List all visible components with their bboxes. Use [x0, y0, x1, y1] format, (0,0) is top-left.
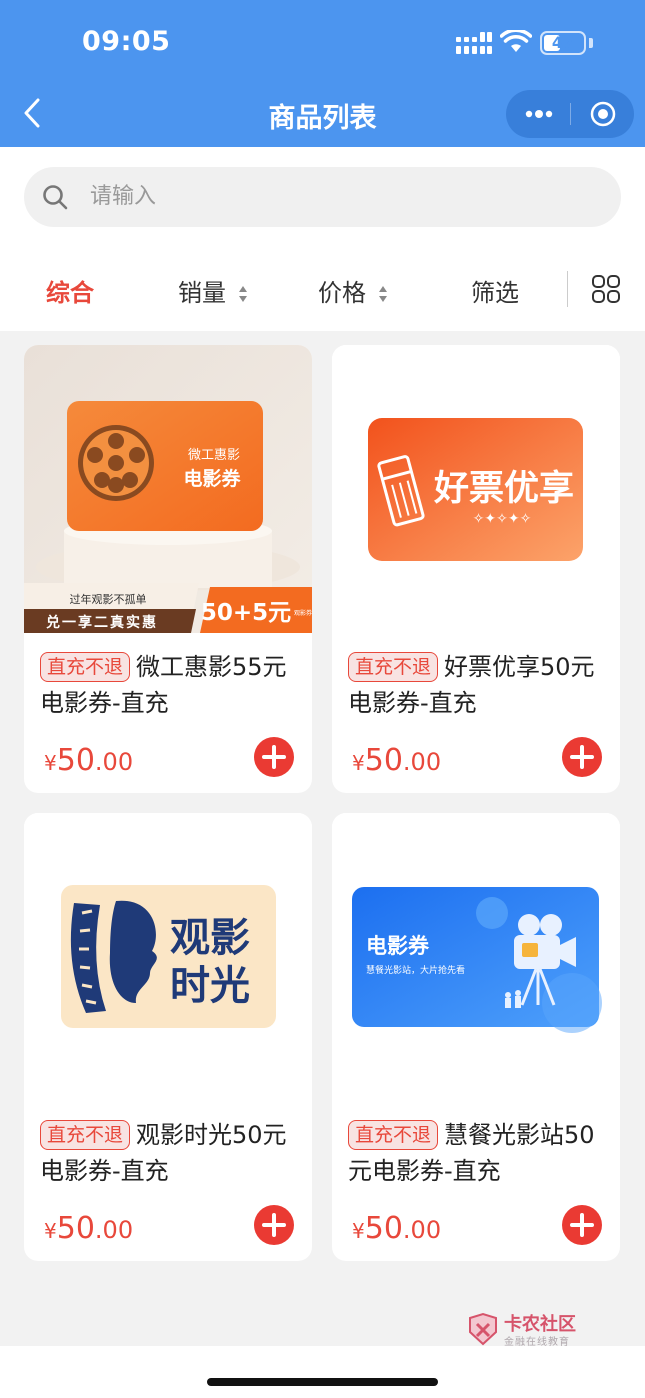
svg-text:✧✦✧✦✧: ✧✦✧✦✧ — [473, 511, 532, 527]
product-card[interactable]: 好票优享 ✧✦✧✦✧ 直充不退 好票优享50元电影券-直充 ¥50.00 — [332, 345, 620, 793]
product-image: 微工惠影 电影券 过年观影不孤单 兑一享二真实惠 50+5元 观影券 — [24, 345, 312, 633]
product-image: 好票优享 ✧✦✧✦✧ — [332, 345, 620, 633]
tab-label: 筛选 — [471, 279, 519, 307]
no-refund-tag: 直充不退 — [348, 652, 439, 682]
image-label-text: 电影券 — [183, 467, 241, 490]
signal-icon — [456, 32, 492, 54]
tab-sales[interactable]: 销量 — [178, 273, 248, 308]
watermark-logo-icon — [469, 1312, 497, 1346]
price-currency: ¥ — [352, 751, 365, 775]
mini-program-capsule — [506, 90, 634, 138]
battery-indicator: 47 — [540, 31, 586, 55]
battery-tip — [589, 38, 593, 48]
add-to-cart-icon[interactable] — [254, 737, 294, 777]
status-time: 09:05 — [82, 26, 171, 57]
add-to-cart-icon[interactable] — [562, 737, 602, 777]
bottom-safe-area — [0, 1346, 645, 1398]
tab-comprehensive[interactable]: 综合 — [46, 273, 94, 308]
tab-filter[interactable]: 筛选 — [471, 273, 519, 308]
product-image: 电影券 慧餐光影站，大片抢先看 — [332, 813, 620, 1101]
app-header: 09:05 47 商品列表 — [0, 0, 645, 147]
search-placeholder: 请输入 — [90, 184, 157, 209]
search-input[interactable]: 请输入 — [24, 167, 621, 227]
product-price: ¥50.00 — [44, 1211, 133, 1246]
image-label-text: 好票优享 — [433, 469, 574, 509]
sort-arrows-icon — [378, 286, 387, 302]
grid-view-icon[interactable] — [591, 274, 621, 304]
watermark: 卡农社区 金融在线教育 — [466, 1310, 586, 1350]
product-card[interactable]: 微工惠影 电影券 过年观影不孤单 兑一享二真实惠 50+5元 观影券 直充不退微… — [24, 345, 312, 793]
sort-tabs: 综合 销量 价格 筛选 — [0, 247, 645, 331]
search-bar: 请输入 — [0, 147, 645, 247]
price-currency: ¥ — [44, 1219, 57, 1243]
capsule-divider — [570, 103, 571, 125]
price-currency: ¥ — [44, 751, 57, 775]
product-title: 直充不退 观影时光50元电影券-直充 — [40, 1117, 300, 1189]
sort-arrows-icon — [238, 286, 247, 302]
image-promo-note: 观影券 — [294, 609, 312, 617]
image-label-text: 电影券 — [366, 934, 430, 958]
tab-label: 价格 — [318, 279, 366, 307]
price-decimal: .00 — [94, 748, 134, 776]
no-refund-tag: 直充不退 — [40, 1120, 131, 1150]
price-integer: 50 — [56, 1211, 95, 1246]
image-slogan-text: 过年观影不孤单 — [70, 592, 147, 606]
image-brand-text: 微工惠影 — [188, 448, 240, 463]
product-title: 直充不退 好票优享50元电影券-直充 — [348, 649, 608, 721]
product-card[interactable]: 电影券 慧餐光影站，大片抢先看 直充不退 慧餐光影站50元电影券-直充 ¥50.0… — [332, 813, 620, 1261]
price-integer: 50 — [364, 743, 403, 778]
price-decimal: .00 — [402, 1216, 442, 1244]
home-indicator[interactable] — [207, 1378, 438, 1386]
no-refund-tag: 直充不退 — [348, 1120, 439, 1150]
battery-level: 47 — [551, 33, 575, 52]
search-icon — [43, 185, 68, 210]
tab-label: 综合 — [46, 279, 94, 307]
tab-price[interactable]: 价格 — [318, 273, 388, 308]
add-to-cart-icon[interactable] — [562, 1205, 602, 1245]
product-image: 观影 时光 — [24, 813, 312, 1101]
more-icon[interactable] — [524, 104, 554, 124]
image-line2-text: 时光 — [170, 963, 250, 1009]
image-line1-text: 观影 — [170, 915, 250, 961]
product-price: ¥50.00 — [44, 743, 133, 778]
close-target-icon[interactable] — [589, 100, 617, 128]
add-to-cart-icon[interactable] — [254, 1205, 294, 1245]
price-integer: 50 — [56, 743, 95, 778]
product-title: 直充不退 慧餐光影站50元电影券-直充 — [348, 1117, 608, 1189]
product-price: ¥50.00 — [352, 743, 441, 778]
product-title: 直充不退 微工惠影55元电影券-直充 — [40, 649, 300, 721]
wifi-icon — [500, 30, 532, 52]
price-decimal: .00 — [402, 748, 442, 776]
image-promo-text: 50+5元 — [201, 600, 291, 626]
product-card[interactable]: 观影 时光 直充不退 观影时光50元电影券-直充 ¥50.00 — [24, 813, 312, 1261]
tab-label: 销量 — [178, 279, 226, 307]
image-banner-text: 兑一享二真实惠 — [46, 614, 158, 631]
price-currency: ¥ — [352, 1219, 365, 1243]
tabs-divider — [567, 271, 568, 307]
price-decimal: .00 — [94, 1216, 134, 1244]
image-sub-text: 慧餐光影站，大片抢先看 — [366, 964, 465, 976]
no-refund-tag: 直充不退 — [40, 652, 131, 682]
price-integer: 50 — [364, 1211, 403, 1246]
product-price: ¥50.00 — [352, 1211, 441, 1246]
